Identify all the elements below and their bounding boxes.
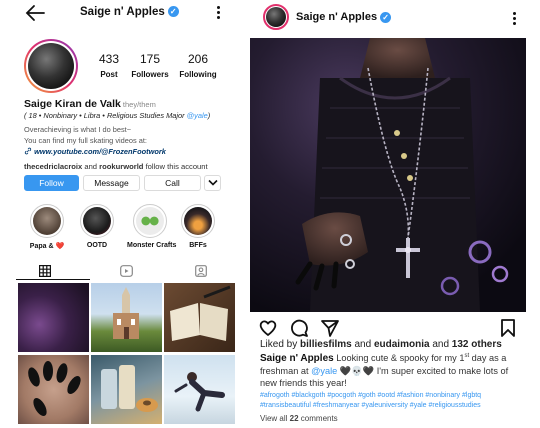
bio-mention-yale[interactable]: @yale — [187, 111, 208, 120]
highlight-monster-crafts[interactable]: Monster Crafts — [127, 204, 176, 249]
post-author-avatar[interactable] — [263, 4, 289, 30]
grid-post-yale-building[interactable] — [91, 283, 162, 352]
tab-reels[interactable] — [90, 262, 164, 280]
tab-tagged[interactable] — [164, 262, 237, 280]
tab-posts-grid[interactable] — [16, 262, 90, 280]
bio-link[interactable]: www.youtube.com/@FrozenFootwork — [24, 147, 166, 156]
highlight-cover — [136, 207, 164, 235]
caption-username[interactable]: Saige n' Apples — [260, 353, 334, 364]
share-icon[interactable] — [320, 318, 340, 338]
avatar-photo — [28, 43, 74, 89]
back-arrow-icon[interactable] — [24, 3, 46, 23]
post-screen: Saige n' Apples ✓ Liked by billiesfilms … — [246, 0, 540, 428]
link-icon — [24, 147, 32, 155]
caption-line-2: freshman at @yale 🖤💀🖤 I'm super excited … — [260, 366, 509, 376]
avatar-photo — [266, 7, 286, 27]
drinks-image — [101, 365, 158, 412]
grid-post-skater[interactable] — [164, 355, 235, 424]
profile-tabs — [16, 262, 237, 280]
post-image[interactable] — [250, 38, 526, 312]
highlight-cover — [83, 207, 111, 235]
hashtags-line-1[interactable]: #afrogoth #blackgoth #pocgoth #goth #oot… — [260, 392, 481, 399]
post-photo-goth-outfit — [250, 38, 526, 312]
highlight-papa[interactable]: Papa & ❤️ — [27, 204, 67, 250]
caption-line-1: Saige n' Apples Looking cute & spooky fo… — [260, 353, 507, 365]
suggested-dropdown-button[interactable] — [204, 175, 221, 191]
hashtags-line-2[interactable]: #transisbeautiful #freshmanyear #yaleuni… — [260, 402, 481, 409]
caption-mention-yale[interactable]: @yale — [311, 366, 337, 376]
grid-post-nails[interactable] — [18, 355, 89, 424]
grid-post-drinks-donuts[interactable] — [91, 355, 162, 424]
caption-line-3: new friends this year! — [260, 378, 347, 388]
more-options-icon[interactable] — [216, 6, 220, 20]
message-button[interactable]: Message — [83, 175, 140, 191]
skater-image — [174, 372, 225, 412]
verified-icon: ✓ — [380, 11, 392, 23]
bookmark-icon[interactable] — [498, 318, 518, 338]
call-button[interactable]: Call — [144, 175, 201, 191]
post-author-username[interactable]: Saige n' Apples ✓ — [296, 11, 392, 23]
profile-full-name: Saige Kiran de Valk they/them — [24, 98, 156, 110]
stat-posts[interactable]: 433 Post — [92, 52, 126, 79]
follow-button[interactable]: Follow — [24, 175, 79, 191]
grid-icon — [39, 265, 51, 277]
grid-post-open-book[interactable] — [164, 283, 235, 352]
comment-icon[interactable] — [289, 318, 309, 338]
verified-icon: ✓ — [167, 6, 179, 18]
tagged-icon — [195, 265, 207, 277]
bio-line-3: You can find my full skating videos at: — [24, 136, 147, 145]
highlight-bffs[interactable]: BFFs — [178, 204, 218, 249]
more-options-icon[interactable] — [512, 12, 516, 26]
bio-line-2: Overachieving is what I do best~ — [24, 125, 132, 134]
followed-by[interactable]: thecedriclacroix and rookurworld follow … — [24, 162, 208, 171]
highlight-cover — [184, 207, 212, 235]
nails-image — [28, 361, 81, 417]
building-image — [113, 287, 139, 339]
book-image — [170, 285, 231, 341]
stat-following[interactable]: 206 Following — [177, 52, 219, 79]
profile-screen: Saige n' Apples ✓ 433 Post 175 Followers … — [0, 0, 237, 428]
stat-followers[interactable]: 175 Followers — [130, 52, 170, 79]
likes-summary[interactable]: Liked by billiesfilms and eudaimonia and… — [260, 339, 502, 350]
view-all-comments-link[interactable]: View all 22 comments — [260, 414, 338, 423]
pronouns: they/them — [122, 100, 156, 109]
highlight-cover — [33, 207, 61, 235]
highlight-ootd[interactable]: OOTD — [77, 204, 117, 249]
profile-avatar[interactable] — [24, 39, 78, 93]
grid-post-goth-room[interactable] — [18, 283, 89, 352]
profile-header-username: Saige n' Apples ✓ — [80, 6, 179, 18]
heart-icon[interactable] — [258, 318, 278, 338]
chevron-down-icon — [207, 179, 218, 186]
reels-icon — [120, 265, 133, 277]
bio-line-1: ( 18 • Nonbinary • Libra • Religious Stu… — [24, 111, 211, 120]
